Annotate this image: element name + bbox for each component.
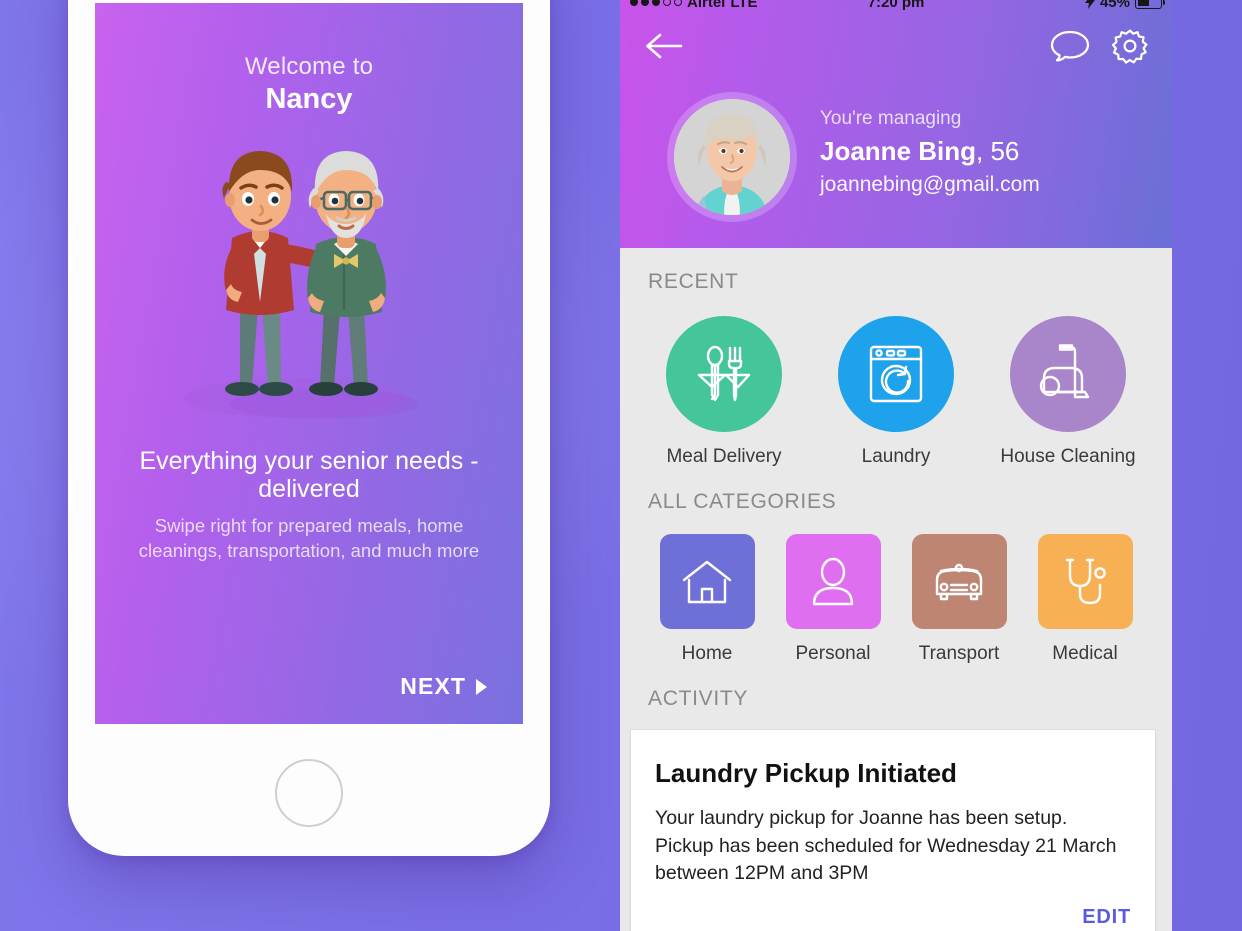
category-item-transport[interactable]: Transport — [900, 534, 1018, 665]
category-label-home: Home — [681, 643, 733, 664]
next-button-label: NEXT — [400, 673, 466, 699]
categories-row: Home Personal Transport Medical — [620, 514, 1172, 665]
app-header: Airtel LTE 7:20 pm 45% You're managing J… — [620, 0, 1172, 248]
recent-item-house-cleaning[interactable]: House Cleaning — [992, 316, 1144, 468]
onboarding-subtext: Swipe right for prepared meals, home cle… — [138, 515, 480, 561]
stethoscope-icon — [1065, 558, 1106, 604]
recent-label-meal-delivery: Meal Delivery — [666, 446, 782, 467]
onboarding-phone-mockup: Welcome to Nancy Everything your senior … — [68, 0, 550, 856]
navigation-icons — [1050, 28, 1148, 64]
profile-text: You're managing Joanne Bing, 56 joannebi… — [820, 92, 1040, 201]
navigation-bar — [620, 22, 1172, 70]
meal-delivery-circle — [666, 316, 782, 432]
category-label-medical: Medical — [1052, 643, 1118, 664]
washing-machine-icon — [869, 345, 923, 403]
car-icon — [935, 563, 983, 600]
recent-label-laundry: Laundry — [861, 446, 931, 467]
category-item-personal[interactable]: Personal — [774, 534, 892, 665]
transport-tile — [911, 534, 1007, 629]
house-icon — [682, 560, 732, 603]
avatar — [674, 99, 790, 215]
avatar-photo — [674, 99, 790, 215]
recent-section-title: RECENT — [648, 270, 739, 293]
medical-tile — [1037, 534, 1133, 629]
gear-icon[interactable] — [1112, 28, 1148, 64]
next-button[interactable]: NEXT — [400, 673, 487, 700]
categories-section-title: ALL CATEGORIES — [648, 490, 837, 513]
vacuum-cleaner-icon — [1039, 344, 1090, 399]
edit-link[interactable]: EDIT — [1082, 906, 1131, 929]
chevron-right-icon — [476, 678, 487, 695]
activity-card-body: Your laundry pickup for Joanne has been … — [655, 807, 1117, 885]
home-button[interactable] — [275, 759, 343, 827]
home-tile — [659, 534, 755, 629]
cutlery-icon — [697, 345, 751, 402]
welcome-label: Welcome to — [244, 53, 374, 80]
two-men-illustration — [95, 108, 523, 428]
speech-bubble-icon[interactable] — [1050, 29, 1090, 63]
managing-label: You're managing — [820, 108, 962, 129]
client-name-row: Joanne Bing, 56 — [820, 133, 1040, 170]
category-label-transport: Transport — [918, 643, 1000, 664]
avatar-ring — [667, 92, 797, 222]
laundry-circle — [838, 316, 954, 432]
illustration-svg — [184, 151, 419, 419]
managed-profile[interactable]: You're managing Joanne Bing, 56 joannebi… — [667, 92, 1148, 222]
house-cleaning-circle — [1010, 316, 1126, 432]
screenshot-stage: Welcome to Nancy Everything your senior … — [0, 0, 1242, 931]
status-bar: Airtel LTE 7:20 pm 45% — [620, 0, 1172, 13]
activity-card-title: Laundry Pickup Initiated — [655, 758, 957, 788]
client-email: joannebing@gmail.com — [820, 173, 1040, 197]
personal-tile — [785, 534, 881, 629]
status-bar-time: 7:20 pm — [867, 0, 925, 11]
client-name: Joanne Bing — [820, 135, 977, 166]
onboarding-screen: Welcome to Nancy Everything your senior … — [95, 3, 523, 724]
onboarding-headline: Everything your senior needs - delivered — [139, 447, 479, 503]
recent-row: Meal Delivery Laundry House Cleaning — [620, 294, 1172, 468]
back-arrow-icon[interactable] — [644, 31, 684, 61]
app-screen: Airtel LTE 7:20 pm 45% You're managing J… — [620, 0, 1172, 931]
category-label-personal: Personal — [795, 643, 871, 664]
battery-icon — [1135, 0, 1165, 9]
recent-item-meal-delivery[interactable]: Meal Delivery — [648, 316, 800, 468]
activity-section-title: ACTIVITY — [648, 687, 749, 710]
person-icon — [812, 557, 854, 605]
activity-card-actions: EDIT — [655, 906, 1131, 929]
activity-card[interactable]: Laundry Pickup Initiated Your laundry pi… — [630, 729, 1156, 931]
client-age: , 56 — [976, 135, 1020, 166]
category-item-home[interactable]: Home — [648, 534, 766, 665]
category-item-medical[interactable]: Medical — [1026, 534, 1144, 665]
recent-label-house-cleaning: House Cleaning — [1000, 446, 1136, 467]
recent-item-laundry[interactable]: Laundry — [820, 316, 972, 468]
